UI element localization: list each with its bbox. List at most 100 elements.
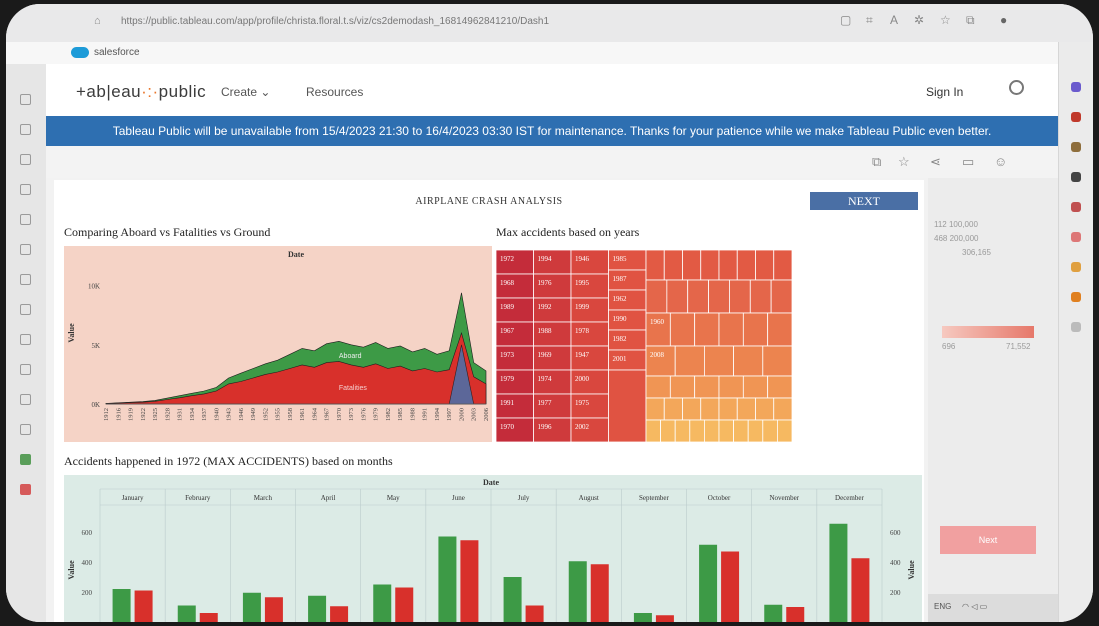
tools-icon[interactable] <box>1071 142 1081 152</box>
area-x-tick-label: 1970 <box>336 408 343 421</box>
copy-icon[interactable]: ⧉ <box>872 154 881 170</box>
treemap-cell <box>700 250 720 281</box>
sign-in-link[interactable]: Sign In <box>926 85 963 99</box>
bar-fatalities <box>199 613 218 622</box>
bar-fatalities <box>264 597 283 622</box>
area-x-tick-label: 1997 <box>446 407 453 421</box>
next-button-background[interactable]: Next <box>940 526 1036 554</box>
treemap-cell <box>645 375 671 399</box>
treemap-cell <box>708 279 730 314</box>
bar-y-tick-label-right: 400 <box>890 559 901 567</box>
bar-aboard <box>503 577 522 622</box>
bar-aboard <box>699 544 718 622</box>
bar-category-label: March <box>254 494 273 502</box>
treemap-year-label: 1973 <box>500 351 515 359</box>
nav-resources[interactable]: Resources <box>306 85 363 99</box>
favorite-star-icon[interactable]: ☆ <box>940 13 951 27</box>
area-x-tick-label: 1925 <box>152 408 159 421</box>
home-icon[interactable]: ⌂ <box>94 15 101 27</box>
treemap-year-label: 1991 <box>500 399 515 407</box>
user-icon[interactable]: ☺ <box>994 154 1007 169</box>
split-screen-icon[interactable]: ▢ <box>840 13 851 27</box>
search-icon[interactable] <box>1009 80 1024 95</box>
wifi-icon[interactable]: ◠ ◁ ▭ <box>962 602 987 611</box>
bar-fatalities <box>786 607 805 622</box>
bar-fatalities <box>851 558 870 622</box>
sidebar-tab-icon[interactable] <box>20 274 31 285</box>
bar-chart[interactable]: Date 600 600 400 400 200 200 Value Value January F… <box>64 475 922 622</box>
share-icon[interactable]: ⋖ <box>930 154 941 170</box>
sidebar-tab-icon[interactable] <box>20 424 31 435</box>
outlook-icon[interactable] <box>1071 232 1081 242</box>
bar-fatalities <box>525 605 544 622</box>
favorite-icon[interactable]: ☆ <box>898 154 910 170</box>
treemap-chart[interactable]: 1972 1968 1989 1967 1973 1979 1991 1970 1994 1976… <box>496 250 792 442</box>
sidebar-tab-icon[interactable] <box>20 184 31 195</box>
treemap-cell <box>674 419 691 442</box>
treemap-cell <box>682 250 702 281</box>
language-indicator[interactable]: ENG <box>934 602 951 611</box>
grid-icon[interactable]: ⌗ <box>866 13 873 28</box>
bar-fatalities <box>460 540 479 622</box>
treemap-year-label: 2000 <box>575 375 590 383</box>
sidebar-tab-icon[interactable] <box>20 454 31 465</box>
bookmark-salesforce[interactable]: salesforce <box>94 47 140 58</box>
collections-icon[interactable]: ⧉ <box>966 13 975 28</box>
bar-y-axis-label: Value <box>67 560 76 580</box>
bar-fatalities <box>590 564 609 622</box>
treemap-cell <box>669 312 696 347</box>
profile-icon[interactable]: ● <box>1000 13 1007 27</box>
treemap-year-label: 1972 <box>500 255 515 263</box>
treemap-cell <box>762 345 792 377</box>
sidebar-tab-icon[interactable] <box>20 394 31 405</box>
treemap-cell <box>663 397 683 421</box>
treemap-cell <box>742 312 769 347</box>
sidebar-tab-icon[interactable] <box>20 364 31 375</box>
sidebar-tab-icon[interactable] <box>20 334 31 345</box>
treemap-cell <box>689 419 705 442</box>
area-x-tick-label: 1928 <box>164 408 171 421</box>
games-icon[interactable] <box>1071 172 1081 182</box>
office-icon[interactable] <box>1071 202 1081 212</box>
add-icon[interactable] <box>1071 322 1081 332</box>
bar-aboard <box>764 604 783 622</box>
sidebar-tab-icon[interactable] <box>20 244 31 255</box>
sidebar-tab-icon[interactable] <box>20 304 31 315</box>
tableau-logo[interactable]: +ab|eau·:·public <box>76 82 206 102</box>
bar-fatalities <box>655 615 674 622</box>
area-chart[interactable]: Date Value 10K 5K 0K Aboard Fatalities 1912 1916… <box>64 246 492 442</box>
dashboard-title: AIRPLANE CRASH ANALYSIS <box>415 196 563 207</box>
sidebar-tab-icon[interactable] <box>20 124 31 135</box>
read-aloud-icon[interactable]: A <box>890 13 898 27</box>
next-button[interactable]: NEXT <box>810 192 918 210</box>
sidebar-tab-icon[interactable] <box>20 484 31 495</box>
bar-aboard <box>112 589 131 622</box>
treemap-year-label: 1987 <box>613 275 628 283</box>
shopping-icon[interactable] <box>1071 112 1081 122</box>
sidebar-tab-icon[interactable] <box>20 94 31 105</box>
treemap-cell <box>660 419 676 442</box>
comment-icon[interactable]: ▭ <box>962 154 974 170</box>
bar-fatalities <box>721 551 740 622</box>
url-field[interactable]: https://public.tableau.com/app/profile/c… <box>121 16 549 27</box>
background-viz-panel: 112 100,000 468 200,000 306,165 696 71,5… <box>928 178 1058 622</box>
settings-icon[interactable]: ✲ <box>914 13 924 27</box>
treemap-cell <box>776 419 792 442</box>
bar-category-label: May <box>387 494 400 502</box>
legend-max: 71,552 <box>1006 342 1031 351</box>
sidebar-tab-icon[interactable] <box>20 154 31 165</box>
extension-icon[interactable] <box>1071 262 1081 272</box>
bar-fatalities <box>395 587 414 622</box>
drop-icon[interactable] <box>1071 292 1081 302</box>
treemap-year-label: 1960 <box>650 318 665 326</box>
viz-toolbar: ⧉ ☆ ⋖ ▭ ☺ <box>46 146 1058 178</box>
sidebar-tab-icon[interactable] <box>20 214 31 225</box>
treemap-year-label: 1946 <box>575 255 590 263</box>
nav-create[interactable]: Create ⌄ <box>221 85 270 99</box>
copilot-icon[interactable] <box>1071 82 1081 92</box>
treemap-cell <box>682 397 702 421</box>
area-x-tick-label: 1937 <box>201 407 208 421</box>
treemap-cell <box>703 345 734 377</box>
treemap-cell <box>700 397 720 421</box>
bar-category-label: July <box>518 494 530 502</box>
